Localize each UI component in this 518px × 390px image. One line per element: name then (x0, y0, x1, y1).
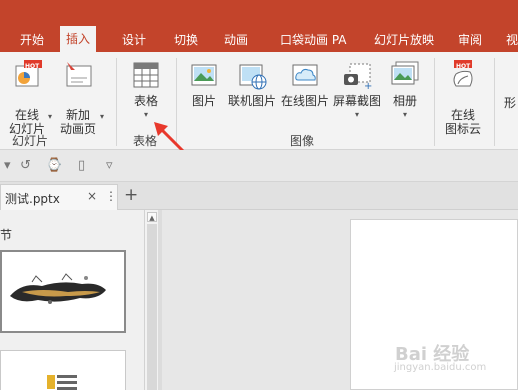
group-label-slides: 幻灯片 (12, 134, 49, 148)
ribbon-tab-bar: 开始 插入 设计 切换 动画 口袋动画 PA 幻灯片放映 审阅 视 (0, 0, 518, 52)
screenshot-label: 屏幕截图 (332, 94, 381, 108)
icon-cloud-icon: HOT (448, 60, 478, 90)
online-picture-button[interactable]: 在线图片 (280, 60, 330, 108)
picture-button[interactable]: 图片 (186, 60, 222, 108)
document-tab-name: 测试.pptx (5, 192, 60, 206)
shapes-button[interactable]: 形 (504, 96, 518, 110)
section-header[interactable]: 节 (0, 226, 12, 243)
quick-access-toolbar: ▾ ↺ ⌚ ▯ ▿ (0, 150, 518, 182)
screenshot-button[interactable]: + 屏幕截图 ▾ (332, 60, 382, 122)
new-file-icon[interactable]: ▯ (78, 158, 85, 173)
new-animation-page-label: 新加 动画页 (59, 108, 96, 136)
album-button[interactable]: 相册 ▾ (386, 60, 424, 122)
online-picture-label: 在线图片 (280, 94, 329, 108)
tab-animations[interactable]: 动画 (218, 30, 254, 52)
document-tab[interactable]: 测试.pptx × ⋮ (0, 184, 118, 210)
tab-review[interactable]: 审阅 (452, 30, 488, 52)
slide-1-ink-image (10, 273, 106, 304)
document-tab-bar: 测试.pptx × ⋮ + (0, 182, 518, 210)
album-icon (390, 60, 420, 90)
online-slides-caret-icon[interactable]: ▾ (48, 112, 52, 121)
scrollbar-thumb[interactable] (147, 224, 157, 390)
slideshow-start-icon[interactable]: ⌚ (46, 158, 62, 173)
new-animation-page-button[interactable]: 新加 动画页 (56, 60, 100, 136)
redo-icon[interactable]: ↺ (20, 158, 31, 173)
tab-menu-icon[interactable]: ⋮ (105, 189, 117, 203)
new-animation-page-icon (63, 60, 93, 90)
undo-dropdown-icon[interactable]: ▾ (4, 158, 11, 173)
slide-thumbnail-1[interactable] (0, 250, 126, 333)
new-animation-page-caret-icon[interactable]: ▾ (100, 112, 104, 121)
online-slides-label: 在线 幻灯片 (8, 108, 45, 136)
hot-badge: HOT (25, 63, 40, 70)
group-separator (116, 58, 117, 146)
slide-thumbnail-2[interactable] (0, 350, 126, 390)
screenshot-icon: + (342, 60, 372, 92)
online-slides-icon: HOT (12, 60, 42, 90)
scroll-up-icon[interactable]: ▲ (147, 212, 157, 222)
slide-2-preview (47, 375, 77, 390)
table-button[interactable]: 表格 ▾ (126, 60, 166, 122)
album-caret-icon[interactable]: ▾ (386, 108, 424, 122)
online-picture-link-label: 联机图片 (227, 94, 276, 108)
shapes-label: 形 (504, 96, 517, 110)
group-label-image: 图像 (290, 134, 315, 148)
online-slides-button[interactable]: HOT 在线 幻灯片 (6, 60, 48, 136)
tab-home[interactable]: 开始 (14, 30, 50, 52)
app-window: 开始 插入 设计 切换 动画 口袋动画 PA 幻灯片放映 审阅 视 HOT 在线… (0, 0, 518, 390)
tab-view[interactable]: 视 (500, 30, 518, 52)
cloud-picture-icon (290, 60, 320, 90)
hot-badge: HOT (456, 63, 471, 70)
svg-text:+: + (364, 81, 372, 90)
tab-slideshow[interactable]: 幻灯片放映 (368, 30, 440, 52)
watermark-url: jingyan.baidu.com (394, 362, 487, 373)
picture-label: 图片 (191, 94, 216, 108)
tab-pocket-animation[interactable]: 口袋动画 PA (274, 30, 353, 52)
online-picture-link-button[interactable]: 联机图片 (226, 60, 278, 108)
tab-transitions[interactable]: 切换 (168, 30, 204, 52)
new-tab-icon[interactable]: + (124, 185, 138, 205)
group-separator (494, 58, 495, 146)
tab-insert[interactable]: 插入 (60, 26, 97, 52)
customize-toolbar-icon[interactable]: ▿ (106, 158, 113, 173)
ribbon-insert: HOT 在线 幻灯片 ▾ 新加 动画页 ▾ 幻灯片 表格 ▾ 表格 图片 联机图… (0, 52, 518, 150)
picture-icon (189, 60, 219, 90)
screenshot-caret-icon[interactable]: ▾ (332, 108, 382, 122)
online-icon-cloud-button[interactable]: HOT 在线 图标云 (442, 60, 484, 136)
table-label: 表格 (133, 94, 158, 108)
web-picture-icon (237, 60, 267, 90)
close-tab-icon[interactable]: × (87, 189, 97, 203)
album-label: 相册 (392, 94, 417, 108)
table-icon (131, 60, 161, 90)
tab-design[interactable]: 设计 (116, 30, 152, 52)
thumbnail-scrollbar[interactable]: ▲ (144, 210, 158, 390)
online-icon-cloud-label: 在线 图标云 (444, 108, 481, 136)
slide-thumbnail-pane: 节 (0, 210, 144, 390)
group-separator (434, 58, 435, 146)
